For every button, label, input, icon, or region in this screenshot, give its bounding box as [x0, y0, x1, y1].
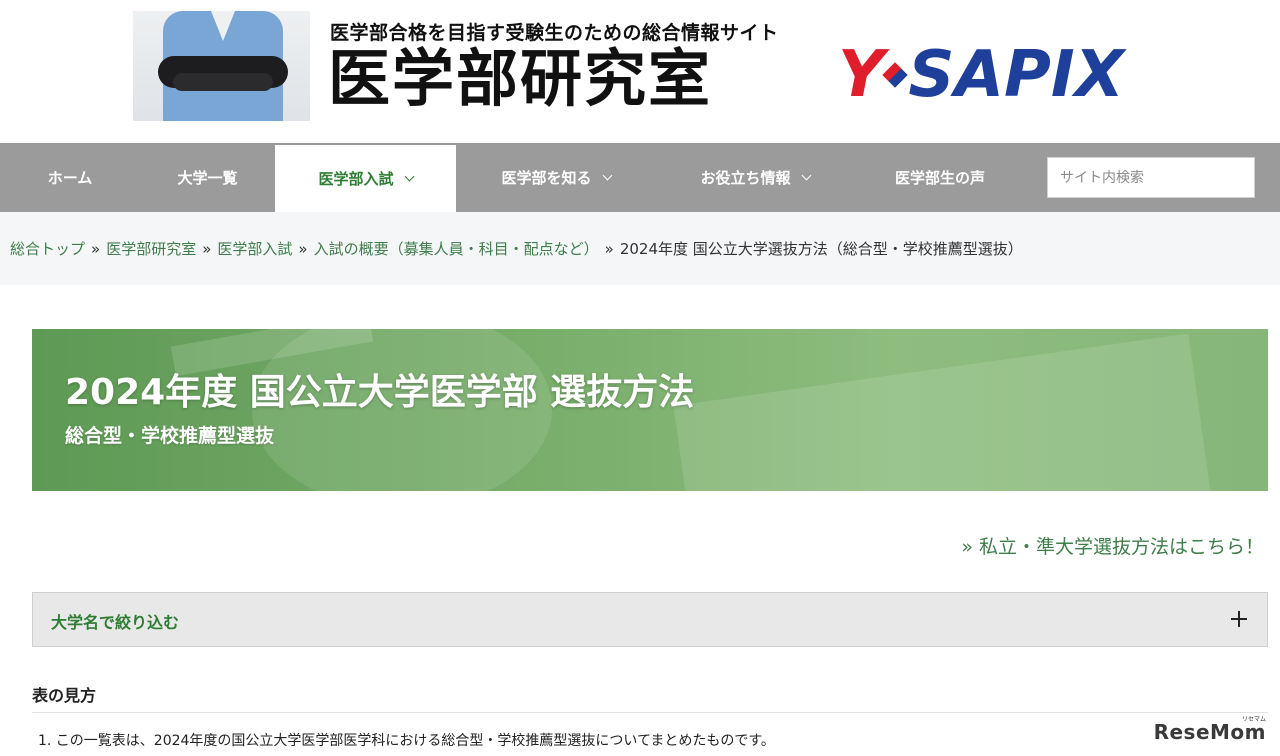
main-nav: ホーム 大学一覧 医学部入試 医学部を知る お役立ち情報 医学部生の声: [0, 143, 1280, 212]
nav-item-label: お役立ち情報: [700, 169, 791, 187]
watermark-small-text: リセマム: [1241, 716, 1266, 723]
nav-item-label: 医学部入試: [318, 170, 394, 188]
breadcrumb-link-lab[interactable]: 医学部研究室: [106, 240, 196, 258]
site-header: 医学部合格を目指す受験生のための総合情報サイト 医学部研究室 Y SAPIX: [0, 0, 1280, 143]
university-filter-accordion[interactable]: 大学名で絞り込む: [32, 592, 1268, 647]
nav-item-label: ホーム: [47, 169, 93, 187]
filter-label: 大学名で絞り込む: [51, 613, 180, 632]
nav-item-useful-info[interactable]: お役立ち情報: [656, 143, 854, 212]
breadcrumb-separator: »: [298, 240, 308, 258]
site-tagline: 医学部合格を目指す受験生のための総合情報サイト: [330, 22, 779, 44]
plus-icon[interactable]: [1229, 609, 1249, 629]
brand-diamond-icon: [882, 62, 909, 88]
section-divider: [32, 712, 1268, 713]
breadcrumb-link-exam[interactable]: 医学部入試: [217, 240, 292, 258]
site-logo-title[interactable]: 医学部研究室: [328, 44, 712, 114]
breadcrumb-link-top[interactable]: 総合トップ: [10, 240, 85, 258]
nav-item-know-medical[interactable]: 医学部を知る: [456, 143, 656, 212]
chevron-down-icon: [602, 170, 612, 180]
breadcrumb-separator: »: [604, 240, 614, 258]
nav-item-student-voice[interactable]: 医学部生の声: [854, 143, 1026, 212]
nav-item-label: 医学部を知る: [501, 169, 592, 187]
breadcrumb-link-overview[interactable]: 入試の概要（募集人員・科目・配点など）: [314, 240, 599, 258]
watermark-text: ReseMom: [1153, 720, 1266, 744]
breadcrumb-bar: 総合トップ » 医学部研究室 » 医学部入試 » 入試の概要（募集人員・科目・配点など） » 2…: [0, 212, 1280, 285]
nav-item-medical-exam[interactable]: 医学部入試: [275, 145, 456, 212]
breadcrumb-separator: »: [202, 240, 212, 258]
brand-sapix: SAPIX: [908, 38, 1125, 112]
nav-item-university-list[interactable]: 大学一覧: [140, 143, 275, 212]
private-university-link[interactable]: » 私立・準大学選抜方法はこちら！: [961, 532, 1264, 559]
nav-item-label: 医学部生の声: [894, 169, 985, 187]
breadcrumb-current: 2024年度 国公立大学選抜方法（総合型・学校推薦型選抜）: [619, 240, 1023, 258]
nav-item-label: 大学一覧: [177, 169, 238, 187]
page-subtitle: 総合型・学校推薦型選抜: [65, 425, 275, 447]
breadcrumb-separator: »: [91, 240, 101, 258]
site-search-input[interactable]: [1047, 157, 1255, 198]
doctor-photo: [133, 11, 310, 121]
page-title: 2024年度 国公立大学医学部 選抜方法: [65, 372, 695, 413]
breadcrumb: 総合トップ » 医学部研究室 » 医学部入試 » 入試の概要（募集人員・科目・配点など） » 2…: [10, 238, 1023, 259]
page-banner: 2024年度 国公立大学医学部 選抜方法 総合型・学校推薦型選抜: [32, 329, 1268, 491]
resemom-watermark-logo: ReseMom リセマム: [1153, 716, 1266, 744]
chevron-down-icon: [404, 171, 414, 181]
how-to-read-heading: 表の見方: [32, 686, 97, 705]
nav-item-home[interactable]: ホーム: [0, 143, 140, 212]
brand-y: Y: [838, 38, 885, 112]
list-item: 1. この一覧表は、2024年度の国公立大学医学部医学科における総合型・学校推薦…: [38, 733, 775, 749]
ysapix-logo[interactable]: Y SAPIX: [838, 40, 1124, 110]
chevron-down-icon: [801, 170, 811, 180]
